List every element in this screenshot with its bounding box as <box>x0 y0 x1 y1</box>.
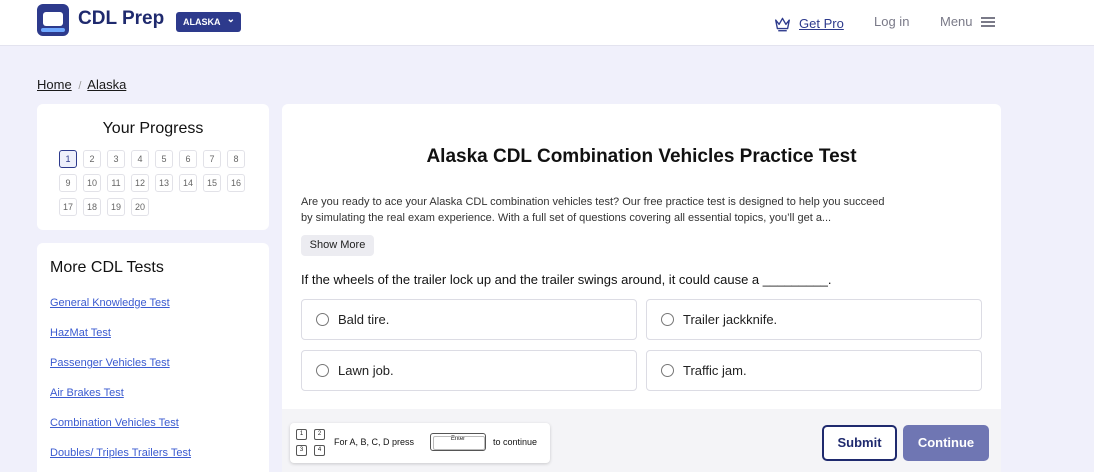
test-link[interactable]: Combination Vehicles Test <box>50 417 179 429</box>
radio-icon[interactable] <box>661 364 674 377</box>
hamburger-icon <box>980 16 995 27</box>
question-cell[interactable]: 17 <box>59 198 77 216</box>
answer-text: Lawn job. <box>338 363 394 378</box>
chevron-down-icon: ⌄ <box>226 14 235 25</box>
question-cell[interactable]: 8 <box>227 150 245 168</box>
answer-option-d[interactable]: Traffic jam. <box>646 350 982 391</box>
breadcrumb-state-link[interactable]: Alaska <box>87 77 126 92</box>
breadcrumb: Home / Alaska <box>37 77 126 92</box>
breadcrumb-separator: / <box>78 80 82 92</box>
test-link[interactable]: Doubles/ Triples Trailers Test <box>50 447 191 459</box>
test-intro: Are you ready to ace your Alaska CDL com… <box>301 194 985 226</box>
test-footer: 1 2 3 4 For A, B, C, D press Enter to co… <box>282 409 1001 472</box>
hint-prefix: For A, B, C, D press <box>334 437 415 447</box>
answer-option-a[interactable]: Bald tire. <box>301 299 637 340</box>
answer-text: Traffic jam. <box>683 363 747 378</box>
key-2-icon: 2 <box>314 429 325 440</box>
submit-button[interactable]: Submit <box>822 425 897 461</box>
hint-suffix: to continue <box>493 437 538 447</box>
question-cell[interactable]: 12 <box>131 174 149 192</box>
question-cell[interactable]: 9 <box>59 174 77 192</box>
test-link[interactable]: General Knowledge Test <box>50 297 170 309</box>
question-cell[interactable]: 2 <box>83 150 101 168</box>
menu-button[interactable]: Menu <box>940 14 995 29</box>
show-more-button[interactable]: Show More <box>301 235 374 256</box>
test-link[interactable]: Passenger Vehicles Test <box>50 357 170 369</box>
get-pro-link[interactable]: Get Pro <box>774 13 844 33</box>
question-cell[interactable]: 11 <box>107 174 125 192</box>
logo-text[interactable]: CDL Prep <box>78 8 164 30</box>
answer-text: Trailer jackknife. <box>683 312 778 327</box>
more-tests-title: More CDL Tests <box>50 259 164 276</box>
question-cell[interactable]: 5 <box>155 150 173 168</box>
state-selector-label: ALASKA <box>183 17 221 27</box>
question-cell[interactable]: 13 <box>155 174 173 192</box>
question-cell[interactable]: 20 <box>131 198 149 216</box>
key-4-icon: 4 <box>314 445 325 456</box>
state-selector[interactable]: ALASKA ⌄ <box>176 12 241 32</box>
progress-title: Your Progress <box>102 120 204 137</box>
question-cell[interactable]: 3 <box>107 150 125 168</box>
radio-icon[interactable] <box>661 313 674 326</box>
test-link[interactable]: Air Brakes Test <box>50 387 124 399</box>
key-1-icon: 1 <box>296 429 307 440</box>
truck-logo-icon[interactable] <box>37 4 69 36</box>
answer-option-c[interactable]: Lawn job. <box>301 350 637 391</box>
progress-card: Your Progress 1 2 3 4 5 6 7 8 9 10 11 12… <box>37 104 269 230</box>
test-link[interactable]: HazMat Test <box>50 327 111 339</box>
question-cell[interactable]: 18 <box>83 198 101 216</box>
question-cell[interactable]: 19 <box>107 198 125 216</box>
practice-test-card: Alaska CDL Combination Vehicles Practice… <box>282 104 1001 472</box>
enter-key-icon: Enter <box>430 433 486 451</box>
question-cell[interactable]: 6 <box>179 150 197 168</box>
question-cell[interactable]: 16 <box>227 174 245 192</box>
key-3-icon: 3 <box>296 445 307 456</box>
answer-option-b[interactable]: Trailer jackknife. <box>646 299 982 340</box>
page-title: Alaska CDL Combination Vehicles Practice… <box>426 146 857 167</box>
login-link[interactable]: Log in <box>874 14 909 29</box>
answer-text: Bald tire. <box>338 312 390 327</box>
breadcrumb-home-link[interactable]: Home <box>37 77 72 92</box>
continue-button[interactable]: Continue <box>903 425 989 461</box>
menu-label: Menu <box>940 14 973 29</box>
radio-icon[interactable] <box>316 313 329 326</box>
question-cell[interactable]: 4 <box>131 150 149 168</box>
keyboard-hint: 1 2 3 4 For A, B, C, D press Enter to co… <box>290 423 550 463</box>
question-cell[interactable]: 14 <box>179 174 197 192</box>
question-cell[interactable]: 1 <box>59 150 77 168</box>
question-text: If the wheels of the trailer lock up and… <box>301 272 832 287</box>
intro-line: by simulating the real exam experience. … <box>301 212 832 224</box>
crown-icon <box>775 17 790 31</box>
get-pro-label: Get Pro <box>799 15 844 31</box>
question-cell[interactable]: 10 <box>83 174 101 192</box>
radio-icon[interactable] <box>316 364 329 377</box>
top-navigation-bar: CDL Prep ALASKA ⌄ Get Pro Log in Menu <box>0 0 1094 46</box>
question-cell[interactable]: 7 <box>203 150 221 168</box>
more-tests-card: More CDL Tests General Knowledge Test Ha… <box>37 243 269 472</box>
intro-line: Are you ready to ace your Alaska CDL com… <box>301 196 885 208</box>
question-cell[interactable]: 15 <box>203 174 221 192</box>
